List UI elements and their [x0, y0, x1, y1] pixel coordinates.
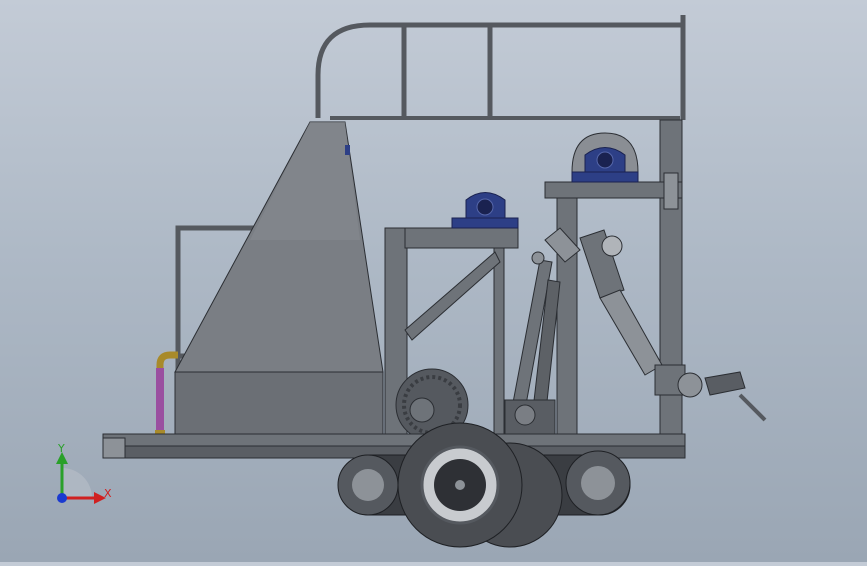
articulated-arm	[544, 227, 767, 422]
cad-viewport[interactable]: Y X	[0, 0, 867, 562]
z-axis-dot	[57, 493, 67, 503]
hydraulic-cylinders	[504, 251, 561, 437]
top-railing	[315, 15, 686, 120]
y-axis-label: Y	[57, 442, 65, 455]
x-axis-label: X	[104, 487, 112, 500]
bearing-upper	[571, 132, 639, 183]
hopper	[174, 121, 384, 441]
bearing-lower	[451, 192, 519, 229]
